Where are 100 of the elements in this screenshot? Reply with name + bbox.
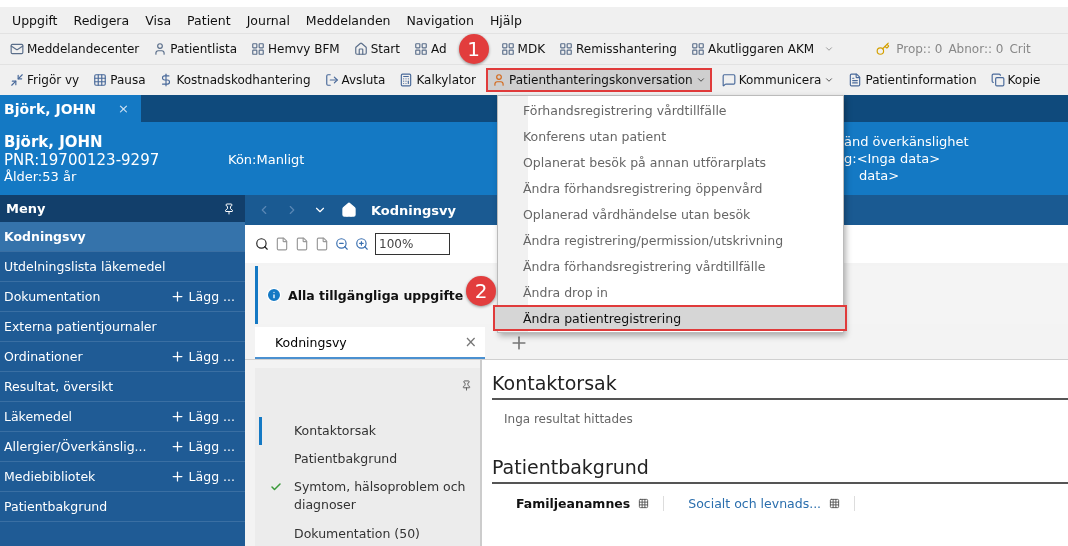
add-button[interactable]: Lägg ... [169, 439, 235, 454]
patient-info-text: data> [858, 168, 901, 183]
toolbar-button[interactable]: Patienthanteringskonversation [486, 68, 712, 92]
add-button[interactable]: Lägg ... [169, 349, 235, 364]
section-link[interactable]: Patientbakgrund [259, 445, 472, 474]
callout-badge: 1 [458, 34, 489, 64]
sidebar-label: Resultat, översikt [4, 379, 114, 394]
menu-item[interactable]: Ändra drop in [493, 279, 847, 305]
menu-item[interactable]: Uppgift [4, 12, 66, 28]
section-link[interactable]: Symtom, hälsoproblem och diagnoser [259, 473, 472, 520]
toolbar-button[interactable]: Start [349, 37, 404, 61]
section-heading: Kontaktorsak [492, 372, 1068, 400]
page-icon[interactable] [315, 237, 329, 251]
menu-item[interactable]: Hjälp [481, 12, 530, 28]
page-icon[interactable] [295, 237, 309, 251]
tab-label: Kodningsvy [275, 334, 347, 350]
house-icon[interactable] [341, 202, 357, 218]
drag-handle-icon[interactable] [638, 498, 650, 509]
plus-icon [169, 439, 185, 454]
toolbar-button[interactable]: Akutliggaren AKM [686, 37, 819, 61]
section-link[interactable]: Kontaktorsak [259, 417, 472, 446]
grid-icon [251, 42, 266, 56]
add-button[interactable]: Lägg ... [169, 469, 235, 484]
patient-tab[interactable]: Björk, JOHN × [0, 95, 141, 122]
toolbar-button[interactable]: Frigör vy [6, 68, 84, 92]
exit-icon [324, 73, 339, 87]
sidebar-item[interactable]: Kodningsvy [0, 222, 245, 252]
menu-item[interactable]: Ändra förhandsregistrering vårdtillfälle [493, 253, 847, 279]
menu-item[interactable]: Ändra registrering/permission/utskrivning [493, 227, 847, 253]
plus-icon [169, 469, 185, 484]
sidebar-label: Allergier/Överkänslig... [4, 439, 147, 454]
page-icon[interactable] [275, 237, 289, 251]
add-button[interactable]: Lägg ... [169, 289, 235, 304]
plus-icon [169, 409, 185, 424]
close-button[interactable]: × [464, 334, 477, 350]
plus-icon [169, 289, 185, 304]
toolbar-button[interactable]: Patientinformation [844, 68, 981, 92]
view-tab[interactable]: Kodningsvy × [255, 327, 485, 359]
view-title: Kodningsvy [371, 202, 457, 218]
toolbar-button[interactable]: Pausa [89, 68, 150, 92]
section-label: Symtom, hälsoproblem och diagnoser [294, 478, 467, 515]
toolbar-button[interactable]: Avsluta [320, 68, 390, 92]
drag-handle-icon[interactable] [829, 498, 841, 509]
grid-icon [93, 73, 108, 87]
menu-item[interactable]: Ändra patientregistrering [493, 305, 847, 331]
menu-item[interactable]: Oplanerad vårdhändelse utan besök [493, 201, 847, 227]
toolbar-button[interactable]: Kostnadskodhantering [155, 68, 315, 92]
sidebar-label: Patientbakgrund [4, 499, 108, 514]
menu-item[interactable]: Visa [137, 12, 180, 28]
toolbar-button[interactable]: Kalkylator [395, 68, 480, 92]
search-icon[interactable] [255, 237, 269, 251]
toolbar-button[interactable]: Kommunicera [717, 68, 839, 92]
sidebar-label: Dokumentation [4, 289, 101, 304]
menu-item[interactable]: Navigation [398, 12, 482, 28]
zoom-in-icon[interactable] [355, 237, 369, 251]
menu-item[interactable]: Förhandsregistrering vårdtillfälle [493, 97, 847, 123]
section-label: Kontaktorsak [294, 422, 377, 440]
toolbar-button[interactable]: Meddelandecenter [6, 37, 144, 61]
toolbar-button[interactable]: Ad [409, 37, 451, 61]
person-icon [153, 42, 168, 56]
toolbar-button[interactable]: Kopie [986, 68, 1045, 92]
section-link[interactable]: Dokumentation (50) [259, 519, 472, 546]
pin-icon[interactable] [223, 202, 235, 215]
document-icon [848, 73, 863, 87]
menu-item[interactable]: Ändra förhandsregistrering öppenvård [493, 175, 847, 201]
sidebar-label: Läkemedel [4, 409, 73, 424]
info-text: Alla tillgängliga uppgifte [288, 287, 464, 303]
section-heading: Patientbakgrund [492, 456, 1068, 484]
counter-label: Crit [1009, 42, 1031, 56]
zoom-out-icon[interactable] [335, 237, 349, 251]
patient-name: Björk, JOHN [4, 133, 104, 151]
sidebar-item[interactable]: Ordinationer Lägg ... [0, 342, 245, 372]
sidebar-label: Externa patientjournaler [4, 319, 157, 334]
column-label: Familjeanamnes [516, 496, 631, 511]
menu-item[interactable]: Patient [179, 12, 239, 28]
menu-item[interactable]: Journal [238, 12, 298, 28]
empty-text: Inga resultat hittades [503, 411, 634, 428]
add-button[interactable]: Lägg ... [169, 409, 235, 424]
calculator-icon [399, 73, 414, 87]
toolbar-button[interactable]: Patientlista [149, 37, 242, 61]
patient-info-text: g:<Inga data> [844, 151, 942, 166]
zoom-field[interactable]: 100% [375, 233, 450, 255]
grid-icon [690, 42, 705, 56]
toolbar-button[interactable]: Remisshantering [555, 37, 681, 61]
chat-icon [721, 73, 736, 87]
key-icon [876, 42, 891, 56]
envelope-icon [10, 42, 24, 56]
sidebar-label: Utdelningslista läkemedel [4, 259, 166, 274]
menu-item[interactable]: Meddelanden [297, 12, 399, 28]
menu-item[interactable]: Redigera [65, 12, 138, 28]
plus-icon [169, 349, 185, 364]
info-icon [266, 287, 282, 303]
grid-icon [559, 42, 574, 56]
toolbar-button[interactable]: Hemvy BFM [247, 37, 344, 61]
sidebar-label: Ordinationer [4, 349, 83, 364]
window-icon [10, 73, 24, 87]
patient-gender: Kön:Manligt [228, 152, 305, 167]
tab-label: Björk, JOHN [4, 100, 97, 117]
close-button[interactable]: × [118, 101, 129, 116]
toolbar-button[interactable]: MDK [496, 37, 550, 61]
